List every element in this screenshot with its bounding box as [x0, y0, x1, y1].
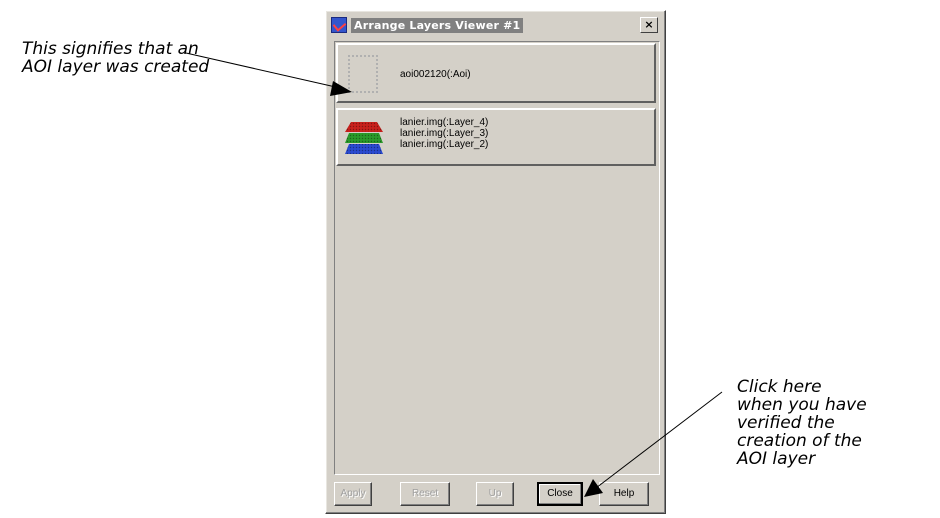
- layer-label-aoi: aoi002120(:Aoi): [400, 69, 471, 80]
- aoi-layer-icon: [348, 55, 378, 93]
- window-close-icon[interactable]: ×: [640, 17, 658, 33]
- button-bar: Apply Reset Up Close Help: [334, 482, 664, 508]
- layer-row-raster[interactable]: lanier.img(:Layer_4) lanier.img(:Layer_3…: [336, 108, 656, 166]
- raster-layer-line: lanier.img(:Layer_2): [400, 139, 489, 150]
- up-button[interactable]: Up: [476, 482, 514, 506]
- help-button[interactable]: Help: [599, 482, 649, 506]
- app-icon: [331, 17, 347, 33]
- raster-layers-icon: [345, 122, 383, 154]
- layer-label-raster: lanier.img(:Layer_4) lanier.img(:Layer_3…: [400, 117, 488, 150]
- raster-layer-line: lanier.img(:Layer_3): [400, 128, 489, 139]
- title-bar[interactable]: Arrange Layers Viewer #1 ×: [329, 14, 662, 36]
- apply-button[interactable]: Apply: [334, 482, 372, 506]
- arrange-layers-window: Arrange Layers Viewer #1 × aoi002120(:Ao…: [325, 10, 666, 514]
- aoi-created-annotation: This signifies that an AOI layer was cre…: [22, 39, 210, 77]
- window-title: Arrange Layers Viewer #1: [351, 17, 524, 33]
- raster-layer-line: lanier.img(:Layer_4): [400, 117, 489, 128]
- layer-row-aoi[interactable]: aoi002120(:Aoi): [336, 43, 656, 103]
- close-instruction-annotation: Click here when you have verified the cr…: [737, 377, 867, 469]
- close-button[interactable]: Close: [537, 482, 583, 506]
- layer-list: aoi002120(:Aoi) lanier.img(:Layer_4) lan…: [334, 41, 660, 475]
- reset-button[interactable]: Reset: [400, 482, 450, 506]
